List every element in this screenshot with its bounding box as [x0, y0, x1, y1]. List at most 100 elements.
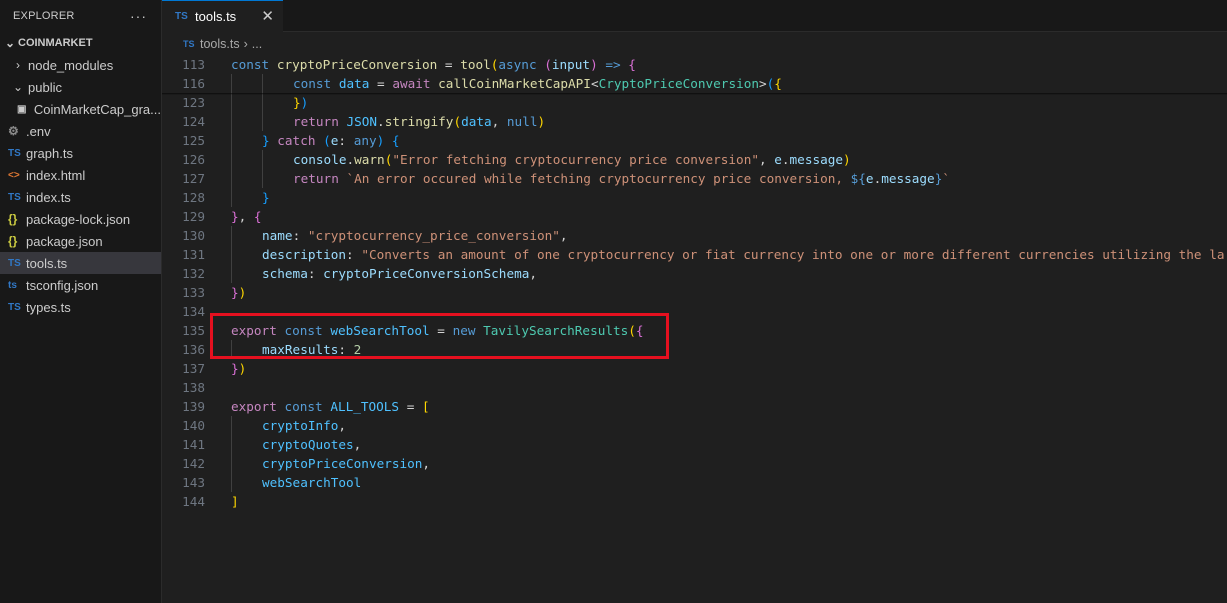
file-tree-item[interactable]: TS index.ts — [0, 186, 161, 208]
code-token: : — [292, 228, 308, 243]
code-token: 2 — [353, 342, 362, 357]
code-text: cryptoQuotes, — [262, 435, 361, 454]
indent-guide — [231, 454, 232, 473]
code-line[interactable]: 141 cryptoQuotes, — [162, 435, 1227, 454]
tab-bar: TS tools.ts ✕ — [162, 0, 1227, 32]
breadcrumb-file[interactable]: tools.ts — [200, 37, 240, 51]
code-token: < — [590, 76, 599, 91]
breadcrumb-symbol[interactable]: ... — [252, 37, 262, 51]
code-line[interactable]: 140 cryptoInfo, — [162, 416, 1227, 435]
indent-guide — [262, 74, 263, 93]
indent-guide — [231, 169, 232, 188]
code-line[interactable]: 130 name: "cryptocurrency_price_conversio… — [162, 226, 1227, 245]
code-token: "Converts an amount of one cryptocurrenc… — [361, 247, 1225, 262]
file-tree-item[interactable]: › node_modules — [0, 54, 161, 76]
code-line[interactable]: 126 console.warn("Error fetching cryptocu… — [162, 150, 1227, 169]
tab-tools-ts[interactable]: TS tools.ts ✕ — [162, 0, 283, 32]
code-token: TavilySearchResults — [483, 323, 629, 338]
code-token: tool — [460, 57, 491, 72]
code-line[interactable]: 135 export const webSearchTool = new Tavi… — [162, 321, 1227, 340]
code-token: : — [346, 247, 362, 262]
code-text: const cryptoPriceConversion = tool (async… — [231, 55, 636, 74]
code-line[interactable]: 129}, { — [162, 207, 1227, 226]
code-line[interactable]: 128} — [162, 188, 1227, 207]
code-line[interactable]: 136 maxResults: 2 — [162, 340, 1227, 359]
code-line[interactable]: 133}) — [162, 283, 1227, 302]
code-line[interactable]: 137}) — [162, 359, 1227, 378]
code-token: cryptoQuotes — [262, 437, 354, 452]
file-tree-item-label: tsconfig.json — [26, 277, 99, 293]
code-line[interactable]: 124 return JSON.stringify(data, null) — [162, 112, 1227, 131]
code-token: CryptoPriceConversion — [598, 76, 760, 91]
code-token: e — [865, 171, 874, 186]
code-token: => — [597, 57, 629, 72]
file-tree-item[interactable]: ⚙ .env — [0, 120, 161, 142]
file-tree-item-label: public — [28, 79, 62, 95]
code-token: cryptoPriceConversion — [276, 57, 438, 72]
code-line[interactable]: 125} catch (e: any) { — [162, 131, 1227, 150]
code-text: ] — [231, 492, 239, 511]
file-tree-item[interactable]: ts tsconfig.json — [0, 274, 161, 296]
file-tree-item[interactable]: ⌄ public — [0, 76, 161, 98]
code-token: `An error occured while fetching cryptoc… — [346, 171, 851, 186]
code-token: } — [293, 95, 301, 110]
code-token: "cryptocurrency_price_conversion" — [307, 228, 560, 243]
code-line[interactable]: 123}) — [162, 93, 1227, 112]
code-line[interactable]: 134 — [162, 302, 1227, 321]
code-token: ${ — [850, 171, 866, 186]
indent-guide — [231, 112, 232, 131]
typescript-file-icon: TS — [8, 301, 21, 313]
close-icon[interactable]: ✕ — [261, 7, 274, 25]
file-tree-item-label: graph.ts — [26, 145, 73, 161]
file-tree-item[interactable]: {} package.json — [0, 230, 161, 252]
breadcrumb-separator-icon: › — [243, 37, 248, 51]
code-token: > — [759, 76, 767, 91]
json-file-icon: {} — [8, 212, 18, 226]
file-tree-item[interactable]: ▣ CoinMarketCap_gra... — [0, 98, 161, 120]
sticky-scroll-shadow — [162, 93, 1227, 95]
typescript-file-icon: TS — [8, 191, 21, 203]
code-line[interactable]: 116 const data = await callCoinMarketCapA… — [162, 74, 1227, 93]
code-token: ( — [323, 133, 331, 148]
indent-guide — [262, 112, 263, 131]
file-tree-item[interactable]: TS types.ts — [0, 296, 161, 318]
file-tree-item-label: types.ts — [26, 299, 71, 315]
line-number: 133 — [182, 285, 205, 300]
gear-icon: ⚙ — [8, 124, 19, 138]
code-token: : — [307, 266, 324, 281]
code-text: description: "Converts an amount of one … — [262, 245, 1224, 264]
code-line[interactable]: 132 schema: cryptoPriceConversionSchema, — [162, 264, 1227, 283]
line-number: 129 — [182, 209, 205, 224]
code-editor[interactable]: 113 const cryptoPriceConversion = tool(as… — [162, 55, 1227, 603]
code-token: . — [781, 152, 790, 167]
code-token: = — [369, 76, 393, 91]
project-folder-header[interactable]: ⌄ COINMARKET — [0, 32, 161, 54]
file-tree-item-label: .env — [26, 123, 51, 139]
chevron-down-icon: ⌄ — [4, 36, 16, 50]
code-line[interactable]: 131 description: "Converts an amount of o… — [162, 245, 1227, 264]
file-tree-item[interactable]: TS graph.ts — [0, 142, 161, 164]
code-line[interactable]: 142 cryptoPriceConversion, — [162, 454, 1227, 473]
code-token: ) — [843, 152, 851, 167]
code-text: export const webSearchTool = new TavilyS… — [231, 321, 644, 340]
file-tree-item[interactable]: {} package-lock.json — [0, 208, 161, 230]
breadcrumb: TS tools.ts › ... — [162, 33, 1227, 55]
code-line[interactable]: 138 — [162, 378, 1227, 397]
file-tree-item[interactable]: TS tools.ts — [0, 252, 161, 274]
code-line[interactable]: 139 export const ALL_TOOLS = [ — [162, 397, 1227, 416]
code-line[interactable]: 143 webSearchTool — [162, 473, 1227, 492]
code-token: name — [262, 228, 293, 243]
tab-label: tools.ts — [195, 9, 237, 24]
code-line[interactable]: 144] — [162, 492, 1227, 511]
code-line[interactable]: 127 return `An error occured while fetchi… — [162, 169, 1227, 188]
file-tree-item[interactable]: <> index.html — [0, 164, 161, 186]
code-line[interactable]: 113 const cryptoPriceConversion = tool (as… — [162, 55, 1227, 74]
code-token: const — [284, 399, 331, 414]
line-number: 144 — [182, 494, 205, 509]
code-token: . — [346, 152, 355, 167]
typescript-file-icon: TS — [183, 39, 195, 49]
file-tree-item-label: index.ts — [26, 189, 71, 205]
more-actions-icon[interactable]: ··· — [130, 8, 147, 24]
code-token: stringify — [384, 114, 454, 129]
indent-guide — [231, 340, 232, 359]
